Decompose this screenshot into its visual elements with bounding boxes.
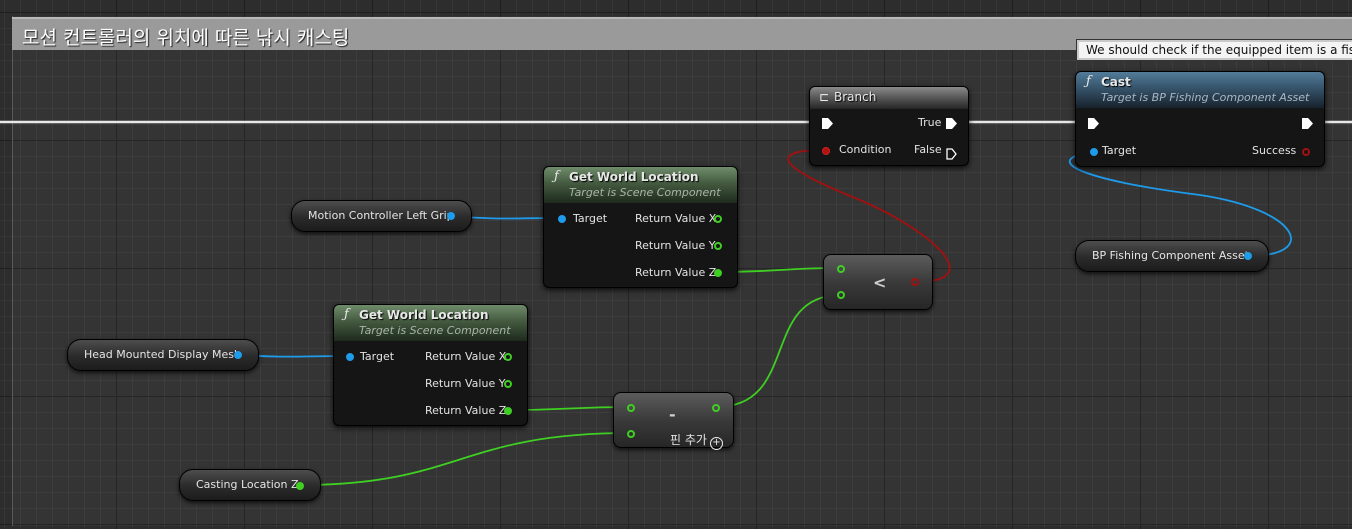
subtract-symbol: -: [669, 405, 676, 424]
branch-false-pin[interactable]: [946, 145, 957, 160]
less-a-pin[interactable]: [837, 265, 845, 273]
gwl2-target-pin[interactable]: [346, 353, 354, 361]
subtract-node[interactable]: - 핀 추가 +: [613, 392, 734, 450]
gwl2-subtitle: Target is Scene Component: [359, 324, 511, 337]
branch-false-label: False: [914, 143, 942, 156]
cast-target-label: Target: [1102, 144, 1137, 157]
gwl1-x-pin[interactable]: [714, 215, 722, 223]
gwl1-target-pin[interactable]: [558, 215, 566, 223]
branch-node[interactable]: ⊏ Branch True Condition False: [809, 86, 969, 166]
var-head-mounted-pin[interactable]: [234, 351, 242, 359]
gwl2-x-pin[interactable]: [504, 353, 512, 361]
less-than-node[interactable]: <: [823, 254, 933, 310]
var-bp-fishing[interactable]: BP Fishing Component Asset: [1075, 240, 1269, 272]
get-world-location-node-1[interactable]: ƒ Get World Location Target is Scene Com…: [543, 166, 738, 288]
var-motion-controller[interactable]: Motion Controller Left Grip: [291, 200, 472, 232]
wire-sub-to-less: [715, 294, 842, 408]
sub-b-pin[interactable]: [627, 430, 635, 438]
gwl2-z-pin[interactable]: [504, 407, 512, 415]
branch-condition-label: Condition: [839, 143, 892, 156]
gwl1-y-label: Return Value Y: [635, 239, 716, 252]
var-motion-controller-pin[interactable]: [447, 212, 455, 220]
add-pin-label: 핀 추가: [670, 433, 707, 447]
branch-true-pin[interactable]: [946, 118, 957, 129]
gwl1-x-label: Return Value X: [635, 212, 717, 225]
function-icon: ƒ: [1086, 74, 1091, 89]
sub-result-pin[interactable]: [712, 404, 720, 412]
cast-success-label: Success: [1252, 144, 1297, 157]
less-than-symbol: <: [873, 273, 887, 292]
cast-header: ƒ Cast Target is BP Fishing Component As…: [1076, 72, 1324, 108]
cast-title: Cast: [1101, 75, 1131, 89]
gwl1-z-label: Return Value Z: [635, 266, 717, 279]
comment-tooltip: We should check if the equipped item is …: [1076, 39, 1352, 61]
gwl2-target-label: Target: [360, 350, 395, 363]
gwl1-target-label: Target: [573, 212, 608, 225]
gwl2-z-label: Return Value Z: [425, 404, 507, 417]
var-casting-location-label: Casting Location Z: [196, 478, 299, 491]
gwl1-subtitle: Target is Scene Component: [569, 186, 721, 199]
plus-circle-icon: +: [709, 437, 723, 450]
var-head-mounted-label: Head Mounted Display Mesh: [84, 348, 241, 361]
gwl2-y-pin[interactable]: [504, 380, 512, 388]
branch-exec-in-pin[interactable]: [822, 118, 833, 129]
sub-a-pin[interactable]: [627, 404, 635, 412]
branch-icon: ⊏: [819, 90, 830, 104]
cast-node[interactable]: ƒ Cast Target is BP Fishing Component As…: [1075, 71, 1325, 167]
branch-condition-pin[interactable]: [822, 147, 830, 155]
gwl1-y-pin[interactable]: [714, 242, 722, 250]
cast-subtitle: Target is BP Fishing Component Asset: [1101, 91, 1310, 104]
function-icon: ƒ: [344, 307, 349, 322]
cast-exec-in-pin[interactable]: [1088, 118, 1099, 129]
get-world-location-node-2[interactable]: ƒ Get World Location Target is Scene Com…: [333, 304, 528, 426]
cast-target-pin[interactable]: [1090, 148, 1098, 156]
var-casting-location-pin[interactable]: [296, 482, 304, 490]
gwl1-z-pin[interactable]: [714, 269, 722, 277]
gwl2-title: Get World Location: [359, 308, 489, 322]
wire-casting-to-sub: [299, 432, 631, 486]
gwl1-header: ƒ Get World Location Target is Scene Com…: [544, 167, 737, 203]
gwl2-y-label: Return Value Y: [425, 377, 506, 390]
gwl2-header: ƒ Get World Location Target is Scene Com…: [334, 305, 527, 341]
var-bp-fishing-label: BP Fishing Component Asset: [1092, 249, 1249, 262]
add-pin-button[interactable]: 핀 추가 +: [670, 431, 723, 450]
exec-hollow-icon: [946, 148, 957, 160]
var-bp-fishing-pin[interactable]: [1244, 252, 1252, 260]
var-motion-controller-label: Motion Controller Left Grip: [308, 209, 454, 222]
function-icon: ƒ: [554, 169, 559, 184]
gwl2-x-label: Return Value X: [425, 350, 507, 363]
gwl1-title: Get World Location: [569, 170, 699, 184]
branch-title: Branch: [834, 90, 877, 104]
branch-true-label: True: [918, 116, 942, 129]
var-head-mounted-display[interactable]: Head Mounted Display Mesh: [67, 339, 259, 371]
branch-header: ⊏ Branch: [810, 87, 968, 109]
cast-success-pin[interactable]: [1302, 148, 1310, 156]
less-b-pin[interactable]: [837, 291, 845, 299]
less-result-pin[interactable]: [911, 278, 919, 286]
var-casting-location[interactable]: Casting Location Z: [179, 469, 321, 501]
cast-exec-out-pin[interactable]: [1302, 118, 1313, 129]
